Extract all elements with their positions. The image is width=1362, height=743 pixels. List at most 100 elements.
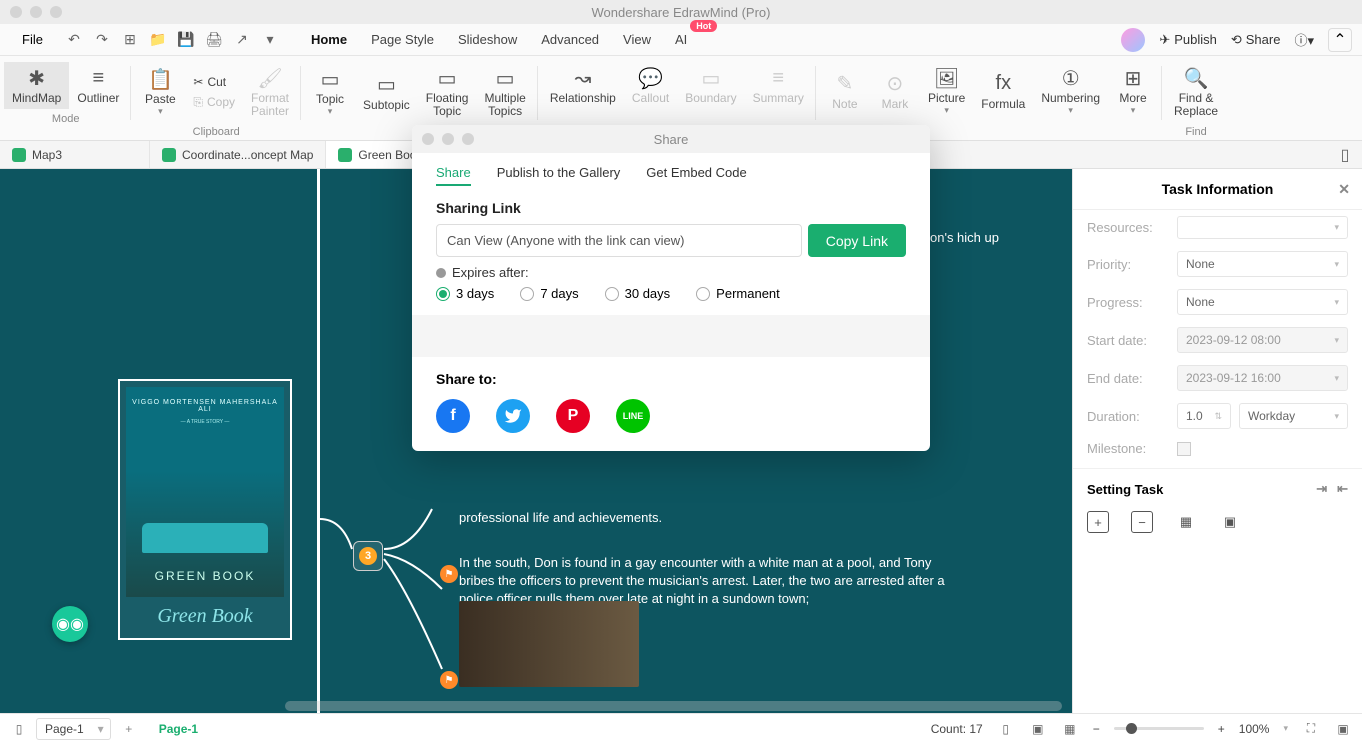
duration-value-field[interactable]: 1.0⇅	[1177, 403, 1231, 429]
dialog-close-icon[interactable]	[422, 133, 434, 145]
page-selector[interactable]: Page-1▾	[36, 718, 111, 740]
callout-button[interactable]: 💬Callout	[624, 62, 677, 109]
outline-toggle-icon[interactable]: ▯	[10, 720, 28, 738]
mark-button[interactable]: ⊙Mark	[870, 62, 920, 120]
open-icon[interactable]: 📁	[149, 31, 167, 49]
tab-home[interactable]: Home	[309, 28, 349, 51]
floating-topic-button[interactable]: ▭Floating Topic	[418, 62, 477, 122]
indent-icon[interactable]: ⇥	[1316, 481, 1327, 497]
tab-advanced[interactable]: Advanced	[539, 28, 601, 51]
close-window-icon[interactable]	[10, 6, 22, 18]
milestone-checkbox[interactable]	[1177, 442, 1191, 456]
boundary-button[interactable]: ▭Boundary	[677, 62, 744, 109]
copy-link-button[interactable]: Copy Link	[808, 224, 906, 257]
picture-button[interactable]: 🖼Picture▾	[920, 62, 973, 120]
view-mode-3-icon[interactable]: ▦	[1061, 720, 1079, 738]
line-icon[interactable]: LINE	[616, 399, 650, 433]
help-button[interactable]: ⓘ▾	[1294, 30, 1314, 49]
zoom-level[interactable]: 100%	[1239, 722, 1270, 736]
priority-field[interactable]: None▾	[1177, 251, 1348, 277]
formula-button[interactable]: fxFormula	[973, 62, 1033, 120]
zoom-out-button[interactable]: −	[1093, 722, 1100, 736]
dialog-maximize-icon[interactable]	[462, 133, 474, 145]
tile-task-icon[interactable]: ▣	[1219, 511, 1241, 533]
end-date-field[interactable]: 2023-09-12 16:00▾	[1177, 365, 1348, 391]
start-date-field[interactable]: 2023-09-12 08:00▾	[1177, 327, 1348, 353]
twitter-icon[interactable]	[496, 399, 530, 433]
tab-view[interactable]: View	[621, 28, 653, 51]
view-mode-1-icon[interactable]: ▯	[997, 720, 1015, 738]
canvas-text-line: professional life and achievements.	[459, 509, 949, 527]
resources-field[interactable]: ▾	[1177, 216, 1348, 239]
paste-button[interactable]: 📋 Paste ▾	[135, 62, 185, 122]
mindmap-mode-button[interactable]: ✱ MindMap	[4, 62, 69, 109]
horizontal-scrollbar[interactable]	[285, 701, 1062, 711]
fit-page-icon[interactable]: ▣	[1334, 720, 1352, 738]
outliner-mode-button[interactable]: ≡ Outliner	[69, 62, 127, 109]
save-icon[interactable]: 💾	[177, 31, 195, 49]
relationship-button[interactable]: ↝Relationship	[542, 62, 624, 109]
maximize-window-icon[interactable]	[50, 6, 62, 18]
file-menu[interactable]: File	[10, 28, 55, 51]
tab-page-style[interactable]: Page Style	[369, 28, 436, 51]
zoom-slider[interactable]	[1114, 727, 1204, 730]
collapse-ribbon-button[interactable]: ⌃	[1328, 28, 1352, 52]
numbering-button[interactable]: ①Numbering▾	[1033, 62, 1108, 120]
format-painter-button[interactable]: 🖌 Format Painter	[243, 62, 297, 122]
flag-marker-icon[interactable]: ⚑	[440, 565, 458, 583]
doctab-map3[interactable]: Map3	[0, 141, 150, 168]
dialog-tab-embed[interactable]: Get Embed Code	[646, 165, 746, 186]
fullscreen-icon[interactable]: ⛶	[1302, 720, 1320, 738]
note-button[interactable]: ✎Note	[820, 62, 870, 120]
redo-icon[interactable]: ↷	[93, 31, 111, 49]
new-icon[interactable]: ⊞	[121, 31, 139, 49]
progress-field[interactable]: None▾	[1177, 289, 1348, 315]
minimize-window-icon[interactable]	[30, 6, 42, 18]
export-dropdown-icon[interactable]: ▾	[261, 31, 279, 49]
central-topic-greenbook[interactable]: VIGGO MORTENSEN MAHERSHALA ALI — A TRUE …	[118, 379, 292, 640]
publish-button[interactable]: ✈ Publish	[1159, 32, 1217, 48]
panel-toggle-icon[interactable]: ▯	[1336, 146, 1354, 164]
dialog-minimize-icon[interactable]	[442, 133, 454, 145]
multiple-topics-button[interactable]: ▭Multiple Topics	[476, 62, 533, 122]
expiry-3days[interactable]: 3 days	[436, 286, 494, 301]
summary-button[interactable]: ≡Summary	[745, 62, 812, 109]
zoom-thumb[interactable]	[1126, 723, 1137, 734]
active-page-tab[interactable]: Page-1	[159, 722, 198, 736]
expiry-7days[interactable]: 7 days	[520, 286, 578, 301]
add-page-button[interactable]: +	[119, 719, 139, 739]
expiry-30days[interactable]: 30 days	[605, 286, 671, 301]
doctab-coordinate[interactable]: Coordinate...oncept Map	[150, 141, 326, 168]
expiry-permanent[interactable]: Permanent	[696, 286, 780, 301]
view-mode-2-icon[interactable]: ▣	[1029, 720, 1047, 738]
remove-task-icon[interactable]: −	[1131, 511, 1153, 533]
share-button[interactable]: ⟲ Share	[1231, 32, 1281, 48]
topic-node-3[interactable]: 3	[353, 541, 383, 571]
topic-button[interactable]: ▭Topic▾	[305, 62, 355, 122]
subtopic-button[interactable]: ▭Subtopic	[355, 62, 418, 122]
dialog-tab-share[interactable]: Share	[436, 165, 471, 186]
tab-slideshow[interactable]: Slideshow	[456, 28, 519, 51]
dialog-tab-gallery[interactable]: Publish to the Gallery	[497, 165, 621, 186]
grid-task-icon[interactable]: ▦	[1175, 511, 1197, 533]
duration-unit-field[interactable]: Workday▾	[1239, 403, 1348, 429]
close-panel-icon[interactable]: ✕	[1338, 181, 1350, 198]
ai-assistant-fab[interactable]: ◉◉	[52, 606, 88, 642]
facebook-icon[interactable]: f	[436, 399, 470, 433]
find-replace-button[interactable]: 🔍Find & Replace	[1166, 62, 1226, 122]
end-date-label: End date:	[1087, 371, 1169, 386]
flag-marker-icon[interactable]: ⚑	[440, 671, 458, 689]
zoom-in-button[interactable]: +	[1218, 722, 1225, 736]
pinterest-icon[interactable]: P	[556, 399, 590, 433]
tab-ai[interactable]: AI Hot	[673, 28, 689, 51]
share-link-input[interactable]	[436, 224, 802, 257]
add-task-icon[interactable]: +	[1087, 511, 1109, 533]
print-icon[interactable]: 🖨	[205, 31, 223, 49]
copy-button[interactable]: ⎘Copy	[189, 93, 239, 112]
user-avatar[interactable]	[1121, 28, 1145, 52]
undo-icon[interactable]: ↶	[65, 31, 83, 49]
more-button[interactable]: ⊞More▾	[1108, 62, 1158, 120]
outdent-icon[interactable]: ⇤	[1337, 481, 1348, 497]
export-icon[interactable]: ↗	[233, 31, 251, 49]
cut-button[interactable]: ✂Cut	[189, 73, 239, 91]
